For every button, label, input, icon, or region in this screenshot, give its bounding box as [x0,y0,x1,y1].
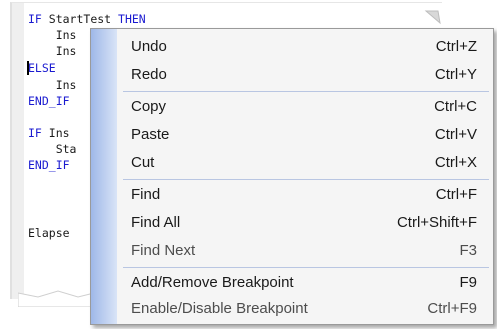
menu-item-label: Enable/Disable Breakpoint [131,300,308,317]
code-line-14[interactable]: Elapse [28,225,70,241]
code-line-4[interactable]: ELSE [28,60,56,76]
code-line-3[interactable]: Ins [28,43,77,59]
menu-item-shortcut: Ctrl+C [434,98,477,115]
menu-item-redo[interactable]: Redo Ctrl+Y [91,61,493,89]
menu-item-shortcut: Ctrl+F [435,186,477,203]
menu-item-shortcut: Ctrl+V [434,126,477,143]
code-line-9[interactable]: Sta [28,141,77,157]
menu-item-label: Paste [131,126,170,143]
page-curl-icon [424,10,441,25]
code-line-8[interactable]: IF Ins [28,125,70,141]
code-line-2[interactable]: Ins [28,27,77,43]
menu-separator [123,179,489,180]
context-menu: Undo Ctrl+Z Redo Ctrl+Y Copy Ctrl+C Past… [90,28,494,325]
menu-item-undo[interactable]: Undo Ctrl+Z [91,33,493,61]
menu-separator [123,267,489,268]
menu-item-shortcut: F3 [459,242,477,259]
menu-item-find-all[interactable]: Find All Ctrl+Shift+F [91,209,493,237]
menu-item-label: Find [131,186,161,203]
code-line-10[interactable]: END_IF [28,157,70,173]
menu-item-shortcut: Ctrl+Shift+F [396,214,477,231]
menu-item-paste[interactable]: Paste Ctrl+V [91,121,493,149]
menu-item-shortcut: Ctrl+Z [435,38,477,55]
code-line-5[interactable]: Ins [28,77,77,93]
menu-item-enable-disable-breakpoint[interactable]: Enable/Disable Breakpoint Ctrl+F9 [91,295,493,323]
menu-item-cut[interactable]: Cut Ctrl+X [91,149,493,177]
code-line-6[interactable]: END_IF [28,93,70,109]
menu-item-find[interactable]: Find Ctrl+F [91,181,493,209]
editor-gutter [12,3,24,299]
menu-item-label: Redo [131,66,167,83]
menu-item-label: Find All [131,214,181,231]
menu-item-shortcut: Ctrl+F9 [427,300,477,317]
menu-item-label: Copy [131,98,167,115]
menu-item-shortcut: Ctrl+X [434,154,477,171]
menu-item-label: Find Next [131,242,196,259]
code-line-1[interactable]: IF StartTest THEN [28,11,146,27]
menu-item-label: Cut [131,154,155,171]
menu-item-add-remove-breakpoint[interactable]: Add/Remove Breakpoint F9 [91,269,493,297]
menu-item-find-next[interactable]: Find Next F3 [91,237,493,265]
menu-item-label: Undo [131,38,167,55]
menu-item-shortcut: Ctrl+Y [434,66,477,83]
menu-item-shortcut: F9 [459,274,477,291]
menu-item-copy[interactable]: Copy Ctrl+C [91,93,493,121]
menu-separator [123,91,489,92]
menu-item-label: Add/Remove Breakpoint [131,274,294,291]
